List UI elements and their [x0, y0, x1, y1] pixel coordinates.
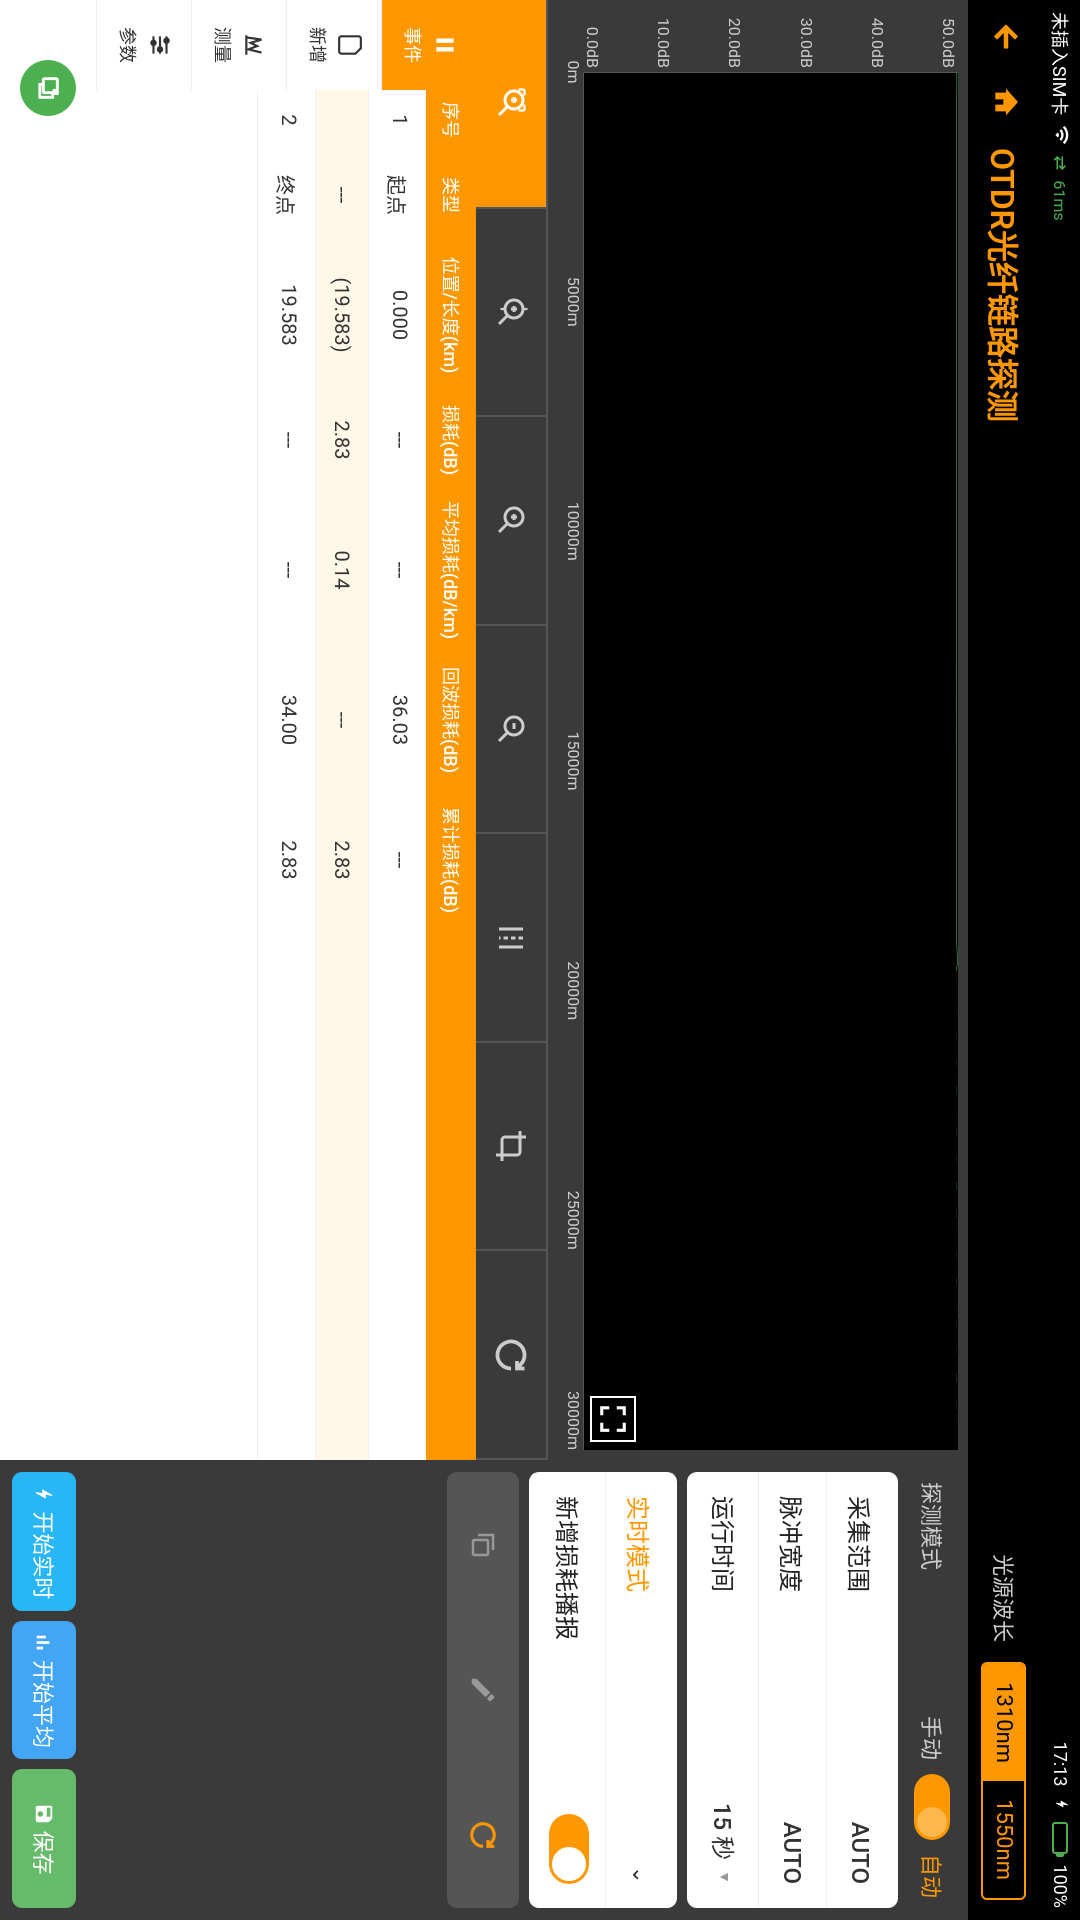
wavelength-1310[interactable]: 1310nm	[984, 1664, 1025, 1781]
markers-button[interactable]	[476, 834, 546, 1043]
x-tick: 25000m	[564, 1191, 583, 1250]
fullscreen-button[interactable]	[590, 1396, 636, 1442]
start-average-button[interactable]: 开始平均	[12, 1621, 76, 1760]
realtime-params-card: 实时模式 ⌄ 新增损耗播报	[529, 1472, 677, 1908]
table-area: 事件 新增 测量 参数	[0, 0, 476, 1460]
wavelength-tabs: 1310nm 1550nm	[982, 1662, 1027, 1900]
mode-label: 探测模式	[916, 1482, 948, 1702]
edit-icon[interactable]	[461, 1668, 505, 1712]
y-axis: 50.0dB 40.0dB 30.0dB 20.0dB 10.0dB 0.0dB	[548, 0, 968, 72]
table-header: 序号 类型 位置/长度(km) 损耗(dB) 平均损耗(dB/km) 回波损耗(…	[426, 90, 476, 1460]
y-tick: 20.0dB	[725, 4, 744, 68]
page-title: OTDR光纤链路探测	[981, 148, 1027, 1524]
clock: 17:13	[1050, 1742, 1071, 1787]
chart-plot[interactable]	[583, 72, 958, 1450]
x-tick: 15000m	[564, 732, 583, 791]
param-realtime[interactable]: 实时模式 ⌄	[606, 1472, 673, 1908]
x-tick: 0m	[564, 60, 583, 83]
copy-icon[interactable]	[461, 1523, 505, 1567]
tab-events[interactable]: 事件	[381, 0, 476, 90]
wavelength-label: 光源波长	[988, 1554, 1020, 1642]
table-row[interactable]: 2 终点 19.583 --- --- 34.00 2.83	[257, 90, 315, 1460]
zoom-horizontal-button[interactable]	[476, 0, 546, 209]
sim-status: 未插入SIM卡	[1047, 12, 1073, 115]
param-runtime[interactable]: 运行时间 15 秒▼	[691, 1472, 759, 1908]
x-tick: 30000m	[564, 1391, 583, 1450]
x-tick: 5000m	[564, 277, 583, 327]
battery-icon	[1052, 1822, 1068, 1854]
charging-icon	[1048, 1796, 1073, 1812]
zoom-out-button[interactable]	[476, 626, 546, 835]
loss-broadcast-toggle[interactable]	[549, 1814, 589, 1884]
quick-tools	[447, 1472, 519, 1908]
crop-button[interactable]	[476, 1043, 546, 1252]
zoom-vertical-button[interactable]	[476, 209, 546, 418]
action-buttons: 开始实时 开始平均 保存	[12, 1472, 76, 1908]
battery-percent: 100%	[1050, 1864, 1071, 1908]
tab-new[interactable]: 新增	[286, 0, 381, 90]
y-tick: 0.0dB	[583, 4, 602, 68]
status-bar: 未插入SIM卡 ⇄ 61ms 17:13 100%	[1040, 0, 1080, 1920]
wifi-icon	[1048, 125, 1073, 145]
mode-auto-label: 自动	[916, 1854, 948, 1898]
home-button[interactable]	[986, 86, 1022, 118]
chevron-down-icon: ▼	[716, 1870, 733, 1884]
start-realtime-button[interactable]: 开始实时	[12, 1472, 76, 1611]
swap-icon: ⇄	[1050, 155, 1071, 170]
x-tick: 10000m	[564, 502, 583, 561]
app-header: OTDR光纤链路探测 光源波长 1310nm 1550nm	[968, 0, 1040, 1920]
chart-toolbar	[476, 0, 548, 1460]
table-row[interactable]: --- (19.583) 2.83 0.14 --- 2.83	[315, 90, 368, 1460]
tab-params[interactable]: 参数	[96, 0, 191, 90]
mode-toggle[interactable]	[914, 1774, 950, 1840]
y-tick: 30.0dB	[797, 4, 816, 68]
trace-line	[956, 73, 958, 1442]
events-table: 序号 类型 位置/长度(km) 损耗(dB) 平均损耗(dB/km) 回波损耗(…	[0, 90, 476, 1460]
fab-button[interactable]	[20, 60, 76, 116]
y-tick: 10.0dB	[654, 4, 673, 68]
mode-toggle-row: 探测模式 手动 自动	[908, 1472, 956, 1908]
save-button[interactable]: 保存	[12, 1769, 76, 1908]
param-pulse[interactable]: 脉冲宽度 AUTO	[759, 1472, 827, 1908]
detection-params-card: 采集范围 AUTO 脉冲宽度 AUTO 运行时间 15 秒▼	[687, 1472, 898, 1908]
right-panel: 探测模式 手动 自动 采集范围 AUTO 脉冲宽度 AUTO 运行时间	[0, 1460, 968, 1920]
x-tick: 20000m	[564, 961, 583, 1020]
x-axis: 0m 5000m 10000m 15000m 20000m 25000m 300…	[548, 72, 583, 1450]
param-loss-broadcast: 新增损耗播报	[533, 1472, 606, 1908]
wavelength-1550[interactable]: 1550nm	[984, 1781, 1025, 1898]
latency: 61ms	[1051, 180, 1070, 220]
refresh-icon[interactable]	[461, 1813, 505, 1857]
param-range[interactable]: 采集范围 AUTO	[827, 1472, 894, 1908]
zoom-in-button[interactable]	[476, 417, 546, 626]
tab-measure[interactable]: 测量	[191, 0, 286, 90]
y-tick: 50.0dB	[939, 4, 958, 68]
otdr-chart: 50.0dB 40.0dB 30.0dB 20.0dB 10.0dB 0.0dB	[548, 0, 968, 1460]
reset-button[interactable]	[476, 1251, 546, 1460]
back-button[interactable]	[984, 20, 1024, 56]
mode-manual-label: 手动	[916, 1716, 948, 1760]
chevron-down-icon: ⌄	[627, 1866, 652, 1884]
table-row[interactable]: 1 起点 0.000 --- --- 36.03 ---	[368, 90, 426, 1460]
y-tick: 40.0dB	[868, 4, 887, 68]
